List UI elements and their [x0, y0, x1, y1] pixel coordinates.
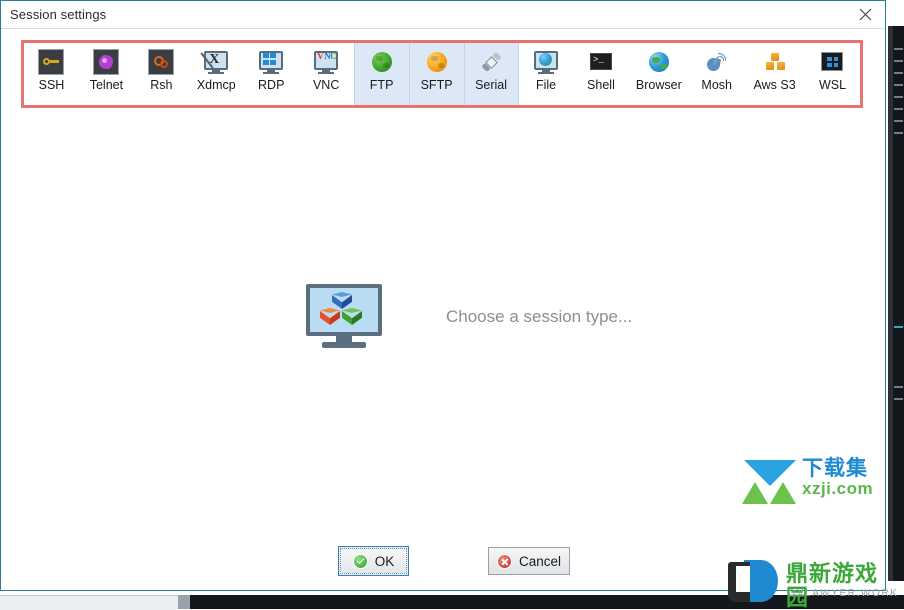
- session-type-rdp[interactable]: RDP: [244, 43, 299, 105]
- session-type-label: WSL: [818, 78, 847, 92]
- ok-button-label: OK: [374, 553, 395, 569]
- shell-terminal-icon: [588, 49, 614, 75]
- session-type-label: Shell: [587, 78, 615, 92]
- rsh-gear-icon: [148, 49, 175, 75]
- session-type-label: VNC: [312, 78, 340, 92]
- session-type-aws-s3[interactable]: Aws S3: [744, 43, 805, 105]
- watermark-dxlawyer: 鼎新游戏园 DXLAWYER.WORK: [722, 558, 900, 610]
- cancel-button-label: Cancel: [518, 553, 562, 569]
- cancel-button[interactable]: Cancel: [488, 547, 570, 575]
- session-type-label: Rsh: [150, 78, 173, 92]
- session-type-file[interactable]: File: [519, 43, 574, 105]
- session-type-label: RDP: [258, 78, 285, 92]
- background-terminal: [893, 26, 904, 581]
- sftp-globe-icon: [424, 49, 450, 75]
- vnc-monitor-icon: VNC: [313, 49, 339, 75]
- watermark-xzji: 下载集 xzji.com: [742, 458, 894, 506]
- session-type-ssh[interactable]: SSH: [24, 43, 79, 105]
- watermark-dxlawyer-en: DXLAWYER.WORK: [788, 588, 899, 599]
- session-type-telnet[interactable]: Telnet: [79, 43, 134, 105]
- xdmcp-monitor-icon: X: [200, 49, 229, 75]
- session-type-shell[interactable]: Shell: [573, 43, 628, 105]
- close-icon[interactable]: [845, 1, 885, 27]
- session-type-label: Mosh: [701, 78, 732, 92]
- session-type-serial[interactable]: Serial: [463, 43, 519, 105]
- wsl-windows-icon: [819, 49, 845, 75]
- session-type-label: Browser: [635, 78, 682, 92]
- check-circle-icon: [352, 553, 368, 569]
- telnet-icon: [93, 49, 120, 75]
- session-type-ftp[interactable]: FTP: [353, 43, 409, 105]
- session-type-label: Xdmcp: [196, 78, 236, 92]
- mosh-dish-icon: [704, 49, 730, 75]
- watermark-xzji-cn: 下载集: [802, 457, 868, 480]
- session-type-sftp[interactable]: SFTP: [408, 43, 464, 105]
- monitor-cubes-icon: [306, 284, 382, 350]
- watermark-xzji-en: xzji.com: [802, 479, 874, 498]
- watermark-dxlawyer-cn: 鼎新游戏园: [786, 561, 879, 610]
- x-circle-icon: [496, 553, 512, 569]
- session-type-label: SSH: [38, 78, 65, 92]
- session-type-toolbar[interactable]: SSH Telnet Rsh X Xdmcp RDP V N C VNC FTP…: [24, 43, 860, 105]
- ftp-globe-icon: [369, 49, 395, 75]
- ok-button[interactable]: OK: [338, 546, 409, 576]
- aws-s3-icon: [762, 49, 788, 75]
- dialog-title: Session settings: [10, 7, 107, 22]
- session-type-label: File: [535, 78, 557, 92]
- session-placeholder: Choose a session type...: [306, 284, 632, 350]
- session-type-label: Serial: [475, 78, 508, 92]
- ssh-key-icon: [38, 49, 65, 75]
- dialog-titlebar: Session settings: [1, 1, 885, 29]
- placeholder-text: Choose a session type...: [446, 307, 633, 326]
- file-monitor-icon: [533, 49, 559, 75]
- session-type-label: Telnet: [89, 78, 124, 92]
- session-type-mosh[interactable]: Mosh: [689, 43, 744, 105]
- session-type-xdmcp[interactable]: X Xdmcp: [189, 43, 244, 105]
- session-type-label: Aws S3: [753, 78, 796, 92]
- browser-globe-icon: [646, 49, 672, 75]
- serial-plug-icon: [478, 49, 504, 75]
- session-type-browser[interactable]: Browser: [628, 43, 689, 105]
- session-type-rsh[interactable]: Rsh: [134, 43, 189, 105]
- session-type-wsl[interactable]: WSL: [805, 43, 860, 105]
- session-type-label: SFTP: [420, 78, 453, 92]
- session-type-label: FTP: [369, 78, 394, 92]
- session-type-vnc[interactable]: VNC VNC: [299, 43, 354, 105]
- background-statusbar: [0, 595, 178, 610]
- rdp-monitor-icon: [258, 49, 284, 75]
